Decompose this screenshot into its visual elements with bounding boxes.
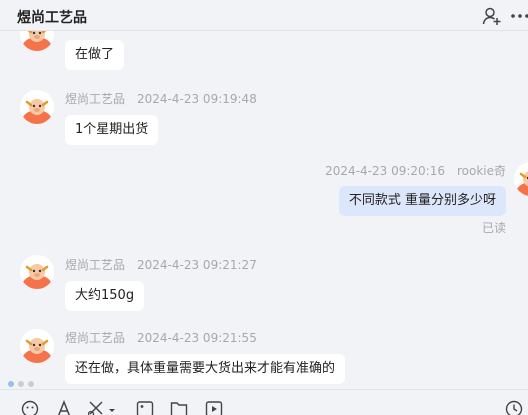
read-status: 已读 bbox=[481, 221, 506, 235]
message-meta: 煜尚工艺品 2024-4-23 09:19:48 bbox=[65, 90, 257, 107]
message-time: 2024-4-23 09:21:55 bbox=[137, 331, 257, 345]
dot-indicator bbox=[28, 381, 34, 387]
video-icon[interactable] bbox=[205, 400, 223, 415]
scissors-icon[interactable] bbox=[87, 400, 116, 415]
folder-icon[interactable] bbox=[170, 400, 188, 415]
history-icon[interactable] bbox=[505, 400, 523, 415]
avatar[interactable] bbox=[20, 31, 54, 51]
emoji-icon[interactable] bbox=[21, 400, 39, 415]
message-meta: 2024-4-23 09:20:16 rookie奇 bbox=[325, 162, 506, 179]
sender-name: rookie奇 bbox=[456, 164, 506, 178]
message-bubble[interactable]: 大约150g bbox=[65, 281, 145, 311]
message-bubble[interactable]: 1个星期出货 bbox=[65, 115, 159, 145]
avatar[interactable] bbox=[20, 255, 54, 289]
more-icon[interactable] bbox=[510, 6, 528, 26]
message-bubble[interactable]: 还在做，具体重量需要大货出来才能有准确的 bbox=[65, 354, 346, 384]
image-icon[interactable] bbox=[136, 400, 154, 415]
chat-header: 煜尚工艺品 bbox=[0, 0, 528, 31]
message-meta: 煜尚工艺品 2024-4-23 09:21:55 bbox=[65, 329, 257, 346]
chat-title: 煜尚工艺品 bbox=[17, 10, 87, 26]
avatar[interactable] bbox=[20, 329, 54, 363]
font-icon[interactable] bbox=[55, 399, 73, 415]
add-user-icon[interactable] bbox=[482, 6, 502, 26]
sender-name: 煜尚工艺品 bbox=[65, 92, 126, 106]
message-time: 2024-4-23 09:21:27 bbox=[137, 258, 257, 272]
dot-indicator bbox=[18, 381, 24, 387]
sender-name: 煜尚工艺品 bbox=[65, 258, 126, 272]
message-bubble[interactable]: 不同款式 重量分别多少呀 bbox=[338, 186, 506, 216]
message-time: 2024-4-23 09:20:16 bbox=[325, 164, 445, 178]
loading-dots bbox=[8, 372, 38, 387]
chat-message-list[interactable]: 在做了 煜尚工艺品 2024-4-23 09:19:48 1个星期出货 2024-… bbox=[0, 31, 528, 389]
dot-indicator bbox=[8, 381, 14, 387]
avatar[interactable] bbox=[20, 90, 54, 124]
input-toolbar bbox=[0, 389, 528, 415]
avatar[interactable] bbox=[514, 162, 528, 196]
sender-name: 煜尚工艺品 bbox=[65, 331, 126, 345]
message-bubble[interactable]: 在做了 bbox=[65, 40, 125, 70]
message-meta: 煜尚工艺品 2024-4-23 09:21:27 bbox=[65, 256, 257, 273]
message-time: 2024-4-23 09:19:48 bbox=[137, 92, 257, 106]
